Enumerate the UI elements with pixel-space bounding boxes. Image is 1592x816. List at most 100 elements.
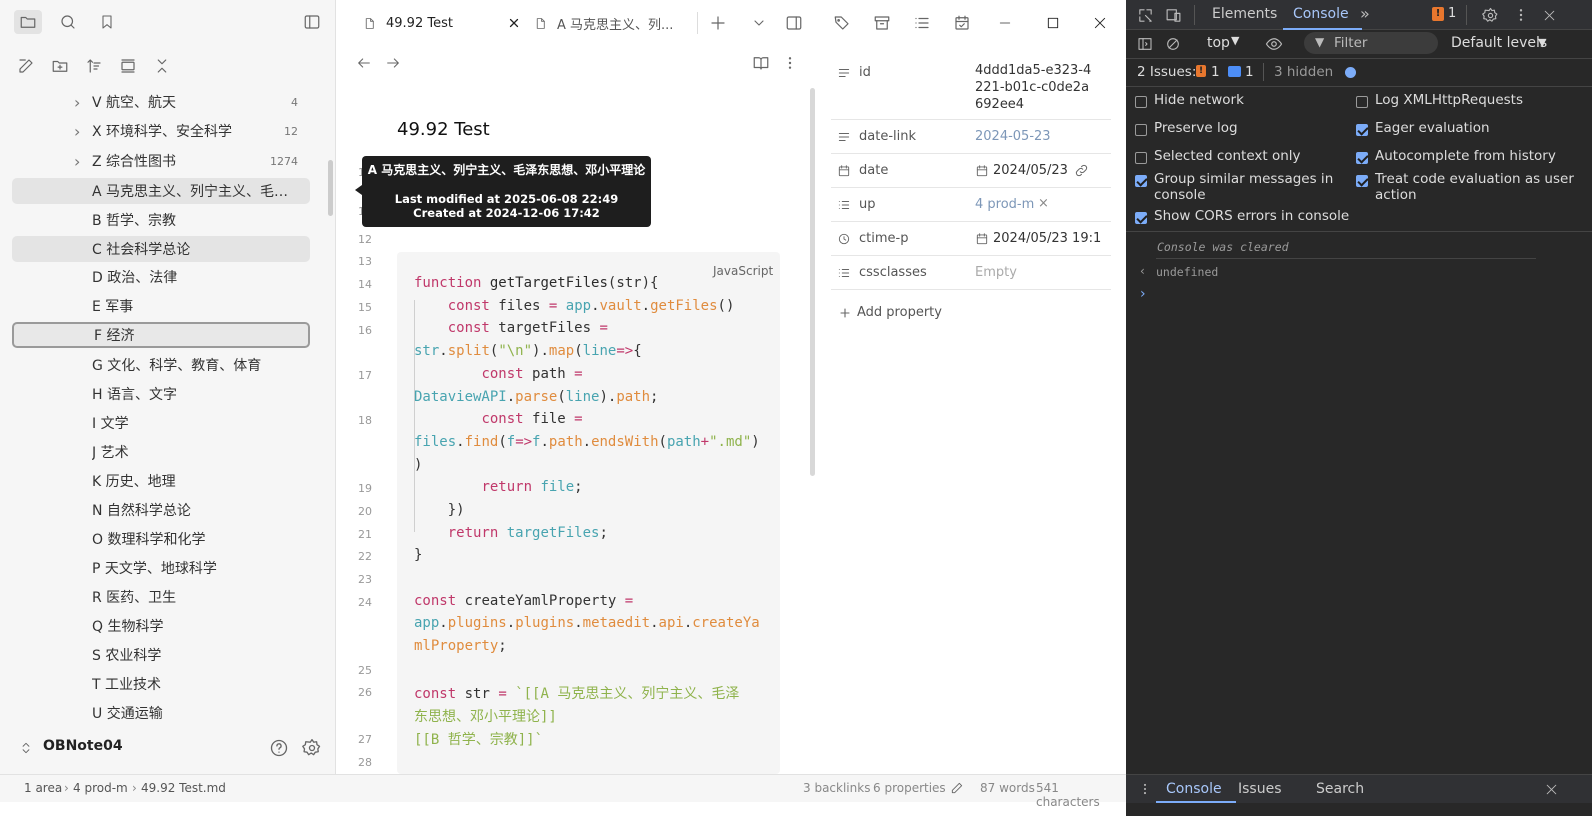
issue-warning-icon[interactable]: !	[1196, 65, 1206, 77]
tree-item[interactable]: I 文学	[12, 410, 310, 436]
clock-icon[interactable]	[837, 232, 851, 246]
devtools-menu-icon[interactable]	[1510, 4, 1532, 26]
context-dropdown-icon[interactable]: ▼	[1231, 34, 1239, 47]
list-bullets-icon[interactable]	[837, 266, 851, 280]
calendar-icon[interactable]	[837, 164, 851, 178]
setting-label[interactable]: Treat code evaluation as user action	[1375, 171, 1575, 203]
setting-checkbox[interactable]	[1135, 152, 1147, 164]
tree-item[interactable]: E 军事	[12, 293, 310, 319]
editor-scrollbar[interactable]	[810, 88, 815, 476]
minimize-icon[interactable]	[993, 11, 1017, 35]
tree-item[interactable]: U 交通运输	[12, 700, 310, 726]
chevron-right-icon[interactable]: ›	[74, 93, 80, 112]
tab-49-92-test[interactable]: 49.92 Test	[360, 8, 520, 38]
backlinks-count[interactable]: 3 backlinks	[803, 781, 870, 795]
filter-input[interactable]: ▼ Filter	[1304, 32, 1438, 54]
tree-item[interactable]: O 数理科学和化学	[12, 526, 310, 552]
tree-item[interactable]: S 农业科学	[12, 642, 310, 668]
tree-item[interactable]: H 语言、文字	[12, 381, 310, 407]
property-name[interactable]: ctime-p	[859, 231, 908, 246]
property-value[interactable]: Empty	[975, 265, 1017, 280]
issues-badge-count[interactable]: 1	[1448, 6, 1456, 21]
list-icon[interactable]	[837, 66, 851, 80]
log-levels-dropdown[interactable]: Default levels	[1451, 35, 1547, 51]
tab-elements[interactable]: Elements	[1212, 6, 1277, 22]
setting-checkbox[interactable]	[1135, 96, 1147, 108]
calendar-icon[interactable]	[975, 164, 989, 178]
breadcrumb-area[interactable]: 1 area	[24, 781, 62, 795]
list-icon[interactable]	[837, 130, 851, 144]
context-selector[interactable]: top	[1207, 35, 1230, 51]
tree-item[interactable]: C 社会科学总论	[12, 236, 310, 262]
drawer-tab-search[interactable]: Search	[1316, 781, 1364, 797]
properties-count[interactable]: 6 properties	[873, 781, 946, 795]
window-close-icon[interactable]	[1088, 11, 1112, 35]
tree-item[interactable]: R 医药、卫生	[12, 584, 310, 610]
live-expression-eye-icon[interactable]	[1263, 33, 1285, 55]
new-tab-plus-icon[interactable]	[706, 11, 730, 35]
tree-item[interactable]: B 哲学、宗教	[12, 207, 310, 233]
tab-marx[interactable]: A 马克思主义、列...	[531, 8, 697, 38]
tree-item[interactable]: › V 航空、航天 4	[12, 89, 310, 115]
property-name[interactable]: date	[859, 163, 888, 178]
console-sidebar-icon[interactable]	[1134, 33, 1156, 55]
tags-icon[interactable]	[830, 11, 854, 35]
property-name[interactable]: date-link	[859, 129, 916, 144]
tree-item[interactable]: J 艺术	[12, 439, 310, 465]
sidebar-toggle-icon[interactable]	[300, 10, 324, 34]
property-value[interactable]: 4ddd1da5-e323-4221-b01c-c0de2a692ee4	[975, 62, 1093, 113]
close-icon[interactable]	[508, 17, 520, 29]
new-folder-icon[interactable]	[48, 54, 72, 78]
setting-checkbox[interactable]	[1356, 175, 1368, 187]
setting-label[interactable]: Preserve log	[1154, 120, 1354, 136]
setting-checkbox[interactable]	[1356, 124, 1368, 136]
setting-label[interactable]: Autocomplete from history	[1375, 148, 1575, 164]
chevron-right-icon[interactable]: ›	[74, 122, 80, 141]
property-value[interactable]: 2024-05-23	[975, 129, 1051, 144]
setting-label[interactable]: Hide network	[1154, 92, 1354, 108]
vault-name[interactable]: OBNote04	[43, 738, 123, 754]
issues-info-count[interactable]: 1	[1245, 64, 1254, 80]
tab-list-chevron-icon[interactable]	[747, 11, 771, 35]
reading-view-book-icon[interactable]	[749, 51, 773, 75]
setting-checkbox[interactable]	[1356, 96, 1368, 108]
property-name[interactable]: up	[859, 197, 876, 212]
tree-item[interactable]: F 经济	[12, 322, 310, 348]
setting-label[interactable]: Selected context only	[1154, 148, 1354, 164]
setting-checkbox[interactable]	[1356, 152, 1368, 164]
tree-item[interactable]: Q 生物科学	[12, 613, 310, 639]
auto-reveal-icon[interactable]	[116, 54, 140, 78]
drawer-menu-icon[interactable]	[1136, 779, 1154, 799]
new-note-icon[interactable]	[14, 54, 38, 78]
settings-gear-icon[interactable]	[300, 736, 324, 760]
issue-warning-icon[interactable]: !	[1432, 7, 1444, 21]
right-sidebar-toggle-icon[interactable]	[782, 11, 806, 35]
hidden-issues-count[interactable]: 3 hidden	[1274, 64, 1333, 80]
setting-label[interactable]: Group similar messages in console	[1154, 171, 1354, 203]
property-value[interactable]: 2024/05/23 19:1	[993, 231, 1101, 246]
bookmark-icon[interactable]	[95, 10, 119, 34]
more-options-icon[interactable]	[778, 51, 802, 75]
setting-label[interactable]: Show CORS errors in console	[1154, 208, 1354, 224]
setting-label[interactable]: Log XMLHttpRequests	[1375, 92, 1575, 108]
inspect-element-icon[interactable]	[1134, 4, 1156, 26]
folder-icon[interactable]	[14, 10, 42, 34]
list-bullets-icon[interactable]	[837, 198, 851, 212]
tree-item[interactable]: › X 环境科学、安全科学 12	[12, 118, 310, 144]
clear-console-icon[interactable]	[1162, 33, 1184, 55]
edit-mode-pencil-icon[interactable]	[948, 779, 966, 797]
sort-icon[interactable]	[82, 54, 106, 78]
issue-info-icon[interactable]	[1228, 66, 1241, 77]
property-value[interactable]: 4 prod-m	[975, 197, 1034, 212]
breadcrumb-folder[interactable]: 4 prod-m	[73, 781, 128, 795]
property-name[interactable]: id	[859, 65, 871, 80]
devtools-close-icon[interactable]	[1538, 4, 1560, 26]
tree-item[interactable]: N 自然科学总论	[12, 497, 310, 523]
levels-dropdown-icon[interactable]: ▼	[1538, 36, 1546, 49]
setting-checkbox[interactable]	[1135, 175, 1147, 187]
sidebar-scrollbar[interactable]	[328, 160, 333, 216]
console-input[interactable]	[1154, 286, 1584, 306]
help-icon[interactable]	[267, 736, 291, 760]
tree-item[interactable]: › Z 综合性图书 1274	[12, 148, 310, 174]
drawer-tab-console[interactable]: Console	[1166, 781, 1222, 797]
